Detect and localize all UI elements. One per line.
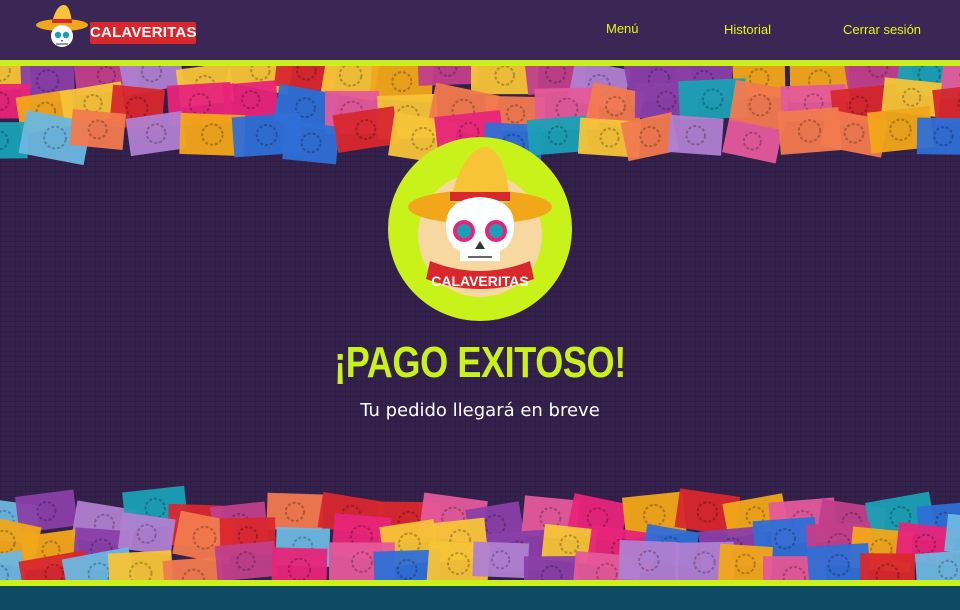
emblem-text: CALAVERITAS [431,273,528,289]
page-title: ¡PAGO EXITOSO! [334,338,626,387]
nav-link-historial[interactable]: Historial [724,22,771,37]
papel-picado-banner-bottom [0,485,960,580]
nav-link-menu[interactable]: Menú [606,21,639,36]
sombrero-skull-icon [36,5,88,47]
page-subtitle: Tu pedido llegará en breve [360,400,600,421]
top-navbar: CALAVERITAS Menú Historial Cerrar sesión [0,0,960,60]
brand-logo[interactable]: CALAVERITAS [34,3,196,49]
footer-bar [0,586,960,610]
nav-link-logout[interactable]: Cerrar sesión [843,22,921,37]
payment-success-panel: CALAVERITAS ¡PAGO EXITOSO! Tu pedido lle… [0,66,960,580]
logo-text: CALAVERITAS [90,22,196,44]
calaveritas-emblem: CALAVERITAS [388,137,572,321]
